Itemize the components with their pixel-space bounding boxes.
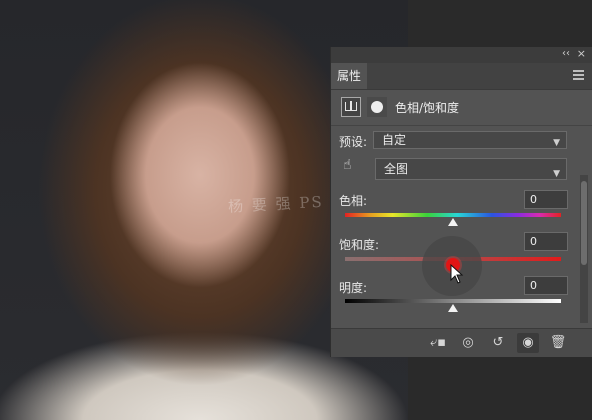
adjustment-layer-icon[interactable]: [341, 97, 361, 117]
reset-icon[interactable]: ↺: [487, 333, 509, 353]
channel-dropdown[interactable]: 全图 ▼: [375, 158, 567, 180]
tab-properties[interactable]: 属性: [331, 63, 367, 89]
view-previous-icon[interactable]: ◎: [457, 333, 479, 353]
preset-label: 预设:: [339, 135, 368, 149]
targeted-adjustment-hand-icon[interactable]: ☝: [343, 157, 363, 177]
properties-panel: ‹‹ × 属性 色相/饱和度 预设: 自定 ▼ ☝ 全图 ▼ 色相: 0 饱和度…: [330, 47, 592, 357]
mouse-pointer-icon: [450, 264, 464, 284]
lightness-input[interactable]: 0: [524, 276, 568, 295]
lightness-slider-track[interactable]: [345, 299, 561, 303]
panel-scrollbar[interactable]: [580, 175, 588, 323]
close-panel-button[interactable]: ×: [577, 47, 586, 60]
lightness-label: 明度:: [339, 281, 368, 295]
divider: [331, 125, 592, 126]
panel-menu-icon[interactable]: [573, 70, 584, 80]
panel-tab-row: 属性: [331, 63, 592, 90]
scrollbar-thumb[interactable]: [581, 181, 587, 265]
visibility-eye-icon[interactable]: ◉: [517, 333, 539, 353]
lightness-slider-thumb[interactable]: [448, 304, 458, 312]
clip-to-layer-icon[interactable]: ⤶▪: [427, 333, 449, 353]
preset-value: 自定: [382, 133, 407, 147]
saturation-input[interactable]: 0: [524, 232, 568, 251]
panel-bottom-bar: ⤶▪ ◎ ↺ ◉ 🗑: [331, 328, 592, 357]
chevron-down-icon: ▼: [553, 138, 560, 148]
adjustment-header: 色相/饱和度: [339, 97, 579, 119]
delete-icon[interactable]: 🗑: [547, 333, 569, 353]
hue-label: 色相:: [339, 194, 368, 208]
panel-title-bar: ‹‹ ×: [331, 47, 592, 63]
preset-dropdown[interactable]: 自定 ▼: [373, 131, 567, 149]
collapse-panel-button[interactable]: ‹‹: [562, 48, 570, 59]
channel-value: 全图: [384, 162, 409, 176]
hue-input[interactable]: 0: [524, 190, 568, 209]
saturation-label: 饱和度:: [339, 238, 380, 252]
chevron-down-icon: ▼: [553, 169, 560, 179]
layer-mask-icon[interactable]: [367, 97, 387, 117]
hue-slider-thumb[interactable]: [448, 218, 458, 226]
adjustment-title: 色相/饱和度: [395, 101, 460, 115]
hue-slider-track[interactable]: [345, 213, 561, 217]
